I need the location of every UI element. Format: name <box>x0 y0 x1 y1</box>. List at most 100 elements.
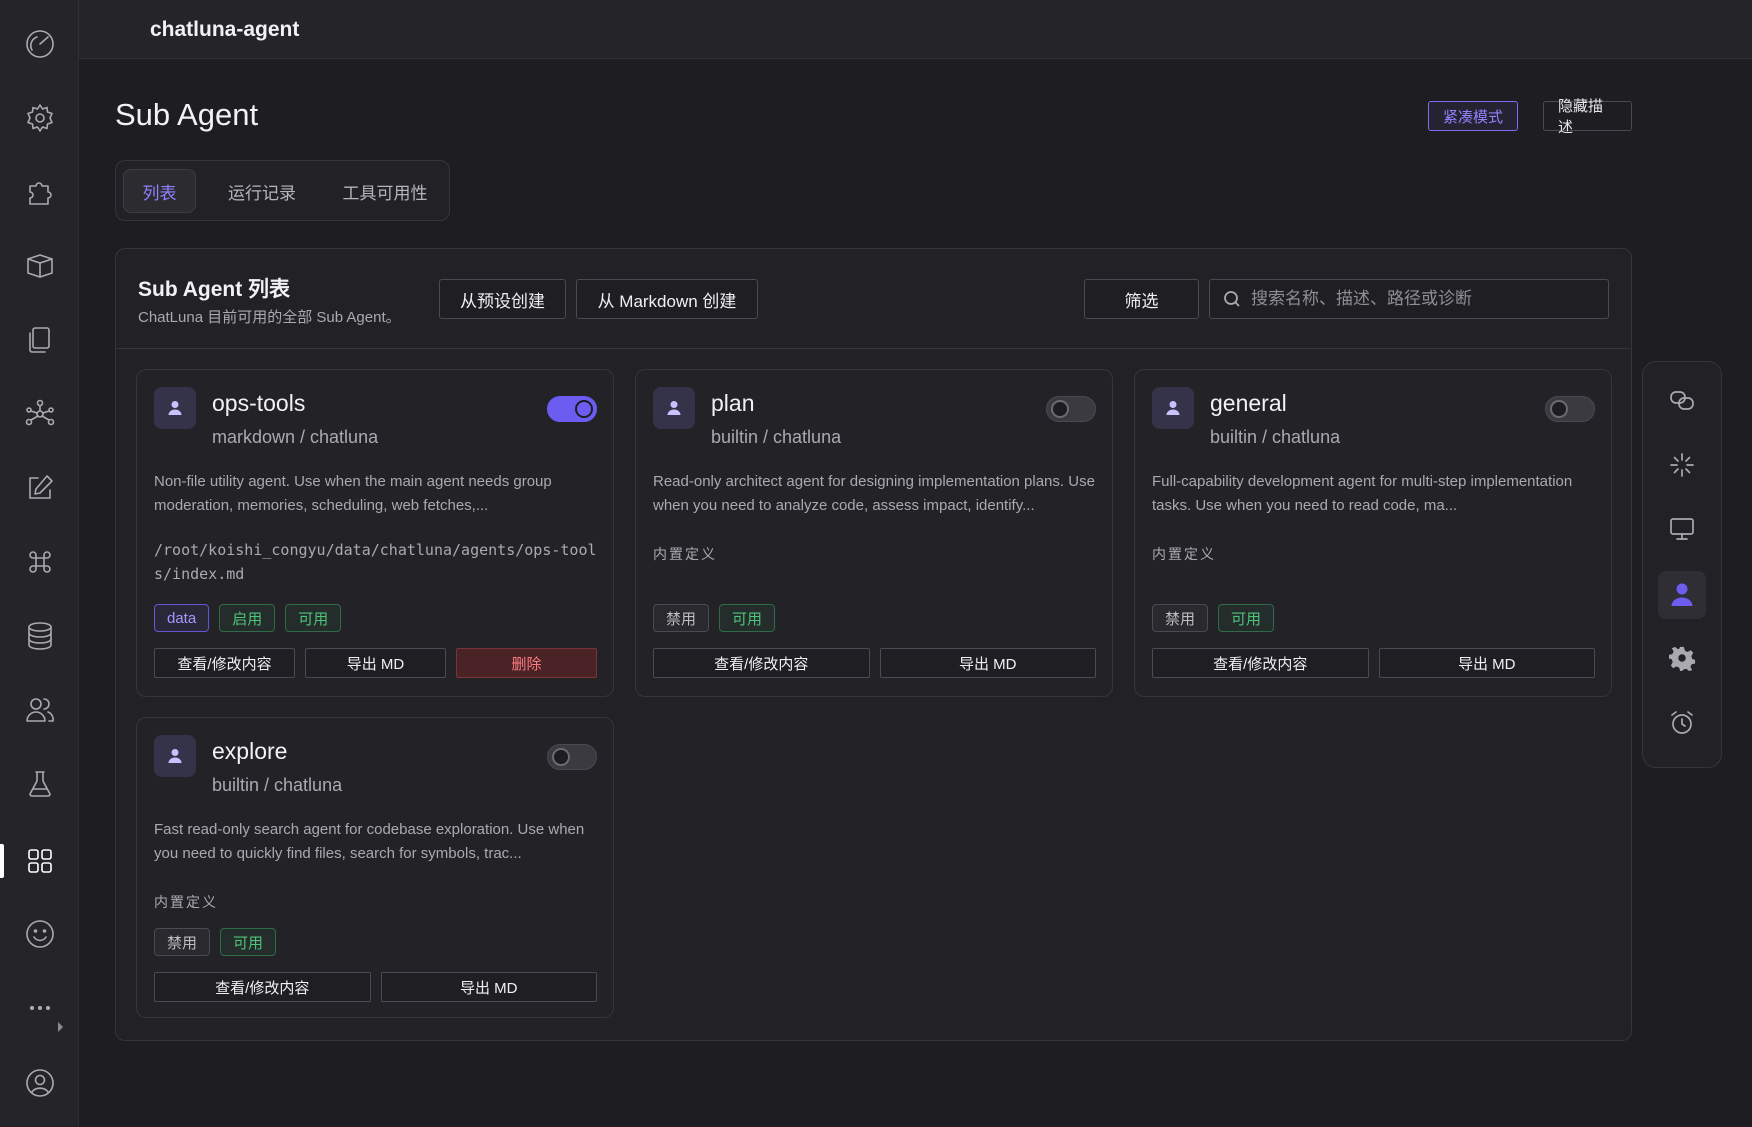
agent-description: Read-only architect agent for designing … <box>653 473 1095 514</box>
agent-description: Full-capability development agent for mu… <box>1152 473 1573 514</box>
top-bar: chatluna-agent <box>79 0 1752 59</box>
export-md-button[interactable]: 导出 MD <box>1378 648 1595 678</box>
view-edit-button[interactable]: 查看/修改内容 <box>154 972 371 1002</box>
view-edit-button[interactable]: 查看/修改内容 <box>653 648 870 678</box>
hide-description-button[interactable]: 隐藏描述 <box>1543 98 1632 136</box>
app-title: chatluna-agent <box>150 18 300 41</box>
alarm-icon[interactable] <box>1658 699 1706 747</box>
agent-name: ops-tools <box>212 390 306 416</box>
agent-enable-toggle[interactable] <box>547 744 597 770</box>
export-md-button[interactable]: 导出 MD <box>879 648 1096 678</box>
dashboard-icon[interactable] <box>0 16 79 72</box>
panel-subtitle: ChatLuna 目前可用的全部 Sub Agent。 <box>138 309 401 326</box>
agent-tags: data 启用 可用 <box>154 604 342 632</box>
export-md-button[interactable]: 导出 MD <box>305 648 446 678</box>
view-edit-button[interactable]: 查看/修改内容 <box>1152 648 1369 678</box>
users-icon[interactable] <box>0 682 79 738</box>
tag-available: 可用 <box>220 928 277 956</box>
tab-run-history[interactable]: 运行记录 <box>212 169 312 213</box>
agent-source: markdown / chatluna <box>212 427 379 447</box>
agent-name: general <box>1210 390 1287 416</box>
agent-name: plan <box>711 390 755 416</box>
agent-card-ops-tools: ops-tools markdown / chatluna Non-file u… <box>136 369 614 697</box>
agent-path: /root/koishi_congyu/data/chatluna/agents… <box>154 541 597 583</box>
agent-enable-toggle[interactable] <box>547 396 597 422</box>
search-icon <box>1224 291 1240 307</box>
builtin-label: 内置定义 <box>1152 547 1216 563</box>
agent-enable-toggle[interactable] <box>1545 396 1595 422</box>
files-icon[interactable] <box>0 312 79 368</box>
settings-icon[interactable] <box>0 90 79 146</box>
agent-actions: 查看/修改内容 导出 MD 删除 <box>154 648 597 678</box>
more-icon[interactable] <box>0 980 79 1036</box>
agent-avatar <box>154 735 196 777</box>
expand-caret-icon[interactable] <box>58 1022 63 1032</box>
plugins-icon[interactable] <box>0 164 79 220</box>
create-from-preset-button[interactable]: 从预设创建 <box>439 279 566 319</box>
divider <box>116 348 1631 349</box>
agent-card-explore: explore builtin / chatluna Fast read-onl… <box>136 717 614 1018</box>
view-edit-button[interactable]: 查看/修改内容 <box>154 648 295 678</box>
tag-enabled: 启用 <box>219 604 276 632</box>
page-title: Sub Agent <box>115 97 259 132</box>
agent-icon[interactable] <box>1658 571 1706 619</box>
builtin-label: 内置定义 <box>653 547 717 563</box>
tag-available: 可用 <box>719 604 776 632</box>
agent-actions: 查看/修改内容 导出 MD <box>154 972 597 1002</box>
sub-agent-panel: Sub Agent 列表 ChatLuna 目前可用的全部 Sub Agent。… <box>115 248 1632 1041</box>
tag-disabled: 禁用 <box>653 604 710 632</box>
edit-icon[interactable] <box>0 460 79 516</box>
delete-button[interactable]: 删除 <box>456 648 597 678</box>
user-icon <box>168 749 182 763</box>
agent-avatar <box>653 387 695 429</box>
user-icon <box>1166 401 1180 415</box>
apps-icon[interactable] <box>0 833 79 889</box>
emoji-icon[interactable] <box>0 906 79 962</box>
agent-description: Non-file utility agent. Use when the mai… <box>154 473 552 514</box>
tag-data: data <box>154 604 210 632</box>
tab-list[interactable]: 列表 <box>123 169 196 213</box>
builtin-label: 内置定义 <box>154 895 218 911</box>
compact-mode-button[interactable]: 紧凑模式 <box>1428 101 1518 131</box>
panel-title: Sub Agent 列表 <box>138 278 291 301</box>
agent-source: builtin / chatluna <box>212 775 343 795</box>
agent-tags: 禁用 可用 <box>653 604 776 632</box>
export-md-button[interactable]: 导出 MD <box>380 972 597 1002</box>
tab-bar: 列表 运行记录 工具可用性 <box>115 160 450 221</box>
agent-avatar <box>154 387 196 429</box>
monitor-icon[interactable] <box>1658 505 1706 553</box>
search-box[interactable] <box>1209 279 1609 319</box>
database-icon[interactable] <box>0 608 79 664</box>
tag-available: 可用 <box>1218 604 1275 632</box>
agent-card-plan: plan builtin / chatluna Read-only archit… <box>635 369 1113 697</box>
search-input[interactable] <box>1251 289 1591 309</box>
agent-avatar <box>1152 387 1194 429</box>
create-from-markdown-button[interactable]: 从 Markdown 创建 <box>576 279 758 319</box>
user-icon <box>667 401 681 415</box>
agent-card-general: general builtin / chatluna Full-capabili… <box>1134 369 1612 697</box>
agent-enable-toggle[interactable] <box>1046 396 1096 422</box>
command-icon[interactable] <box>0 534 79 590</box>
agent-actions: 查看/修改内容 导出 MD <box>653 648 1096 678</box>
tag-available: 可用 <box>285 604 342 632</box>
agent-description: Fast read-only search agent for codebase… <box>154 821 585 862</box>
agent-name: explore <box>212 738 288 764</box>
chat-icon[interactable] <box>1658 377 1706 425</box>
lab-icon[interactable] <box>0 756 79 812</box>
agent-tags: 禁用 可用 <box>154 928 277 956</box>
loading-icon[interactable] <box>1658 441 1706 489</box>
graph-icon[interactable] <box>0 386 79 442</box>
agent-actions: 查看/修改内容 导出 MD <box>1152 648 1595 678</box>
agent-source: builtin / chatluna <box>1210 427 1341 447</box>
user-icon <box>168 401 182 415</box>
gear-icon[interactable] <box>1658 635 1706 683</box>
agent-source: builtin / chatluna <box>711 427 842 447</box>
tab-tool-availability[interactable]: 工具可用性 <box>326 169 444 213</box>
account-icon[interactable] <box>0 1055 79 1111</box>
agent-tags: 禁用 可用 <box>1152 604 1275 632</box>
right-toolbar <box>1642 361 1722 768</box>
market-icon[interactable] <box>0 238 79 294</box>
filter-button[interactable]: 筛选 <box>1084 279 1199 319</box>
tag-disabled: 禁用 <box>1152 604 1209 632</box>
tag-disabled: 禁用 <box>154 928 211 956</box>
